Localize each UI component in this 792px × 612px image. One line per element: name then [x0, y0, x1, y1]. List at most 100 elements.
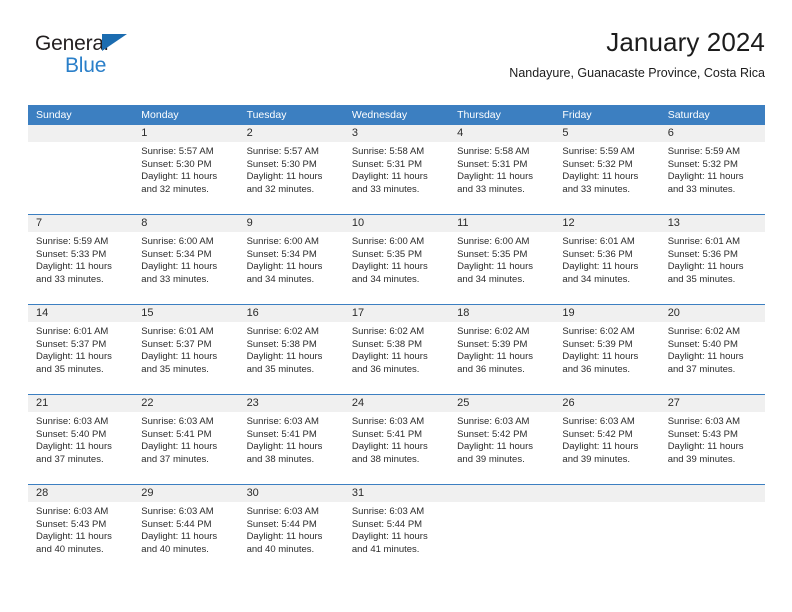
sunrise-text: Sunrise: 6:02 AM: [457, 326, 530, 337]
calendar-week-row: 28 Sunrise: 6:03 AM Sunset: 5:43 PM Dayligh…: [28, 484, 765, 574]
daylight-text-line1: Daylight: 11 hours: [141, 441, 218, 453]
day-details: Sunrise: 6:00 AM Sunset: 5:35 PM Daylight:…: [344, 232, 449, 286]
calendar-day-cell[interactable]: 21 Sunrise: 6:03 AM Sunset: 5:40 PM Dayligh…: [28, 395, 134, 484]
day-details: Sunrise: 6:03 AM Sunset: 5:41 PM Daylight:…: [344, 412, 449, 466]
calendar-day-cell[interactable]: 3 Sunrise: 5:58 AM Sunset: 5:31 PM Daylight…: [343, 125, 450, 214]
daylight-text-line1: Daylight: 11 hours: [246, 531, 323, 543]
daylight-text-line2: and 40 minutes.: [141, 543, 209, 555]
calendar-day-cell[interactable]: 25 Sunrise: 6:03 AM Sunset: 5:42 PM Dayligh…: [449, 395, 555, 484]
calendar-day-cell[interactable]: 31 Sunrise: 6:03 AM Sunset: 5:44 PM Dayligh…: [343, 485, 450, 574]
calendar-week-cells: 14 Sunrise: 6:01 AM Sunset: 5:37 PM Dayligh…: [28, 305, 765, 394]
calendar-day-cell[interactable]: 14 Sunrise: 6:01 AM Sunset: 5:37 PM Dayligh…: [28, 305, 134, 394]
sunrise-text: Sunrise: 5:58 AM: [457, 146, 530, 157]
sunset-text: Sunset: 5:42 PM: [457, 428, 528, 440]
calendar-day-cell[interactable]: 6 Sunrise: 5:59 AM Sunset: 5:32 PM Daylight…: [659, 125, 765, 214]
sunrise-text: Sunrise: 5:59 AM: [36, 236, 109, 247]
day-number: 29: [133, 485, 239, 502]
sunset-text: Sunset: 5:43 PM: [36, 518, 107, 530]
day-details: Sunrise: 6:00 AM Sunset: 5:35 PM Daylight:…: [449, 232, 554, 286]
day-of-week-header: Saturday: [667, 109, 710, 121]
sunset-text: Sunset: 5:34 PM: [141, 248, 212, 260]
daylight-text-line1: Daylight: 11 hours: [351, 441, 428, 453]
calendar-week-cells: 1 Sunrise: 5:57 AM Sunset: 5:30 PM Daylight…: [28, 125, 765, 214]
day-details: Sunrise: 6:01 AM Sunset: 5:37 PM Daylight:…: [133, 322, 238, 376]
calendar-day-cell[interactable]: 7 Sunrise: 5:59 AM Sunset: 5:33 PM Daylight…: [28, 215, 134, 304]
calendar-page: General Blue January 2024 Nandayure, Gua…: [0, 0, 792, 612]
calendar-day-cell[interactable]: 27 Sunrise: 6:03 AM Sunset: 5:43 PM Dayligh…: [659, 395, 765, 484]
sunset-text: Sunset: 5:35 PM: [351, 248, 423, 260]
sunrise-text: Sunrise: 6:03 AM: [667, 416, 741, 427]
daylight-text-line2: and 36 minutes.: [562, 363, 631, 375]
day-details: Sunrise: 6:03 AM Sunset: 5:44 PM Daylight:…: [239, 502, 344, 556]
daylight-text-line2: and 32 minutes.: [246, 183, 315, 195]
day-number: 23: [238, 395, 344, 412]
daylight-text-line1: Daylight: 11 hours: [351, 351, 428, 363]
calendar-day-cell[interactable]: 24 Sunrise: 6:03 AM Sunset: 5:41 PM Dayligh…: [343, 395, 450, 484]
sunset-text: Sunset: 5:41 PM: [141, 428, 212, 440]
calendar-day-cell[interactable]: 1 Sunrise: 5:57 AM Sunset: 5:30 PM Daylight…: [133, 125, 239, 214]
general-blue-logo: General Blue: [35, 32, 127, 76]
daylight-text-line1: Daylight: 11 hours: [141, 171, 218, 183]
calendar-day-cell[interactable]: 16 Sunrise: 6:02 AM Sunset: 5:38 PM Dayligh…: [238, 305, 344, 394]
calendar-day-cell[interactable]: 22 Sunrise: 6:03 AM Sunset: 5:41 PM Dayligh…: [133, 395, 239, 484]
sunrise-text: Sunrise: 6:03 AM: [141, 506, 214, 517]
daylight-text-line2: and 34 minutes.: [246, 273, 315, 285]
calendar-day-cell[interactable]: 9 Sunrise: 6:00 AM Sunset: 5:34 PM Daylight…: [238, 215, 344, 304]
calendar-day-cell[interactable]: 13 Sunrise: 6:01 AM Sunset: 5:36 PM Dayligh…: [659, 215, 765, 304]
calendar-day-cell[interactable]: 4 Sunrise: 5:58 AM Sunset: 5:31 PM Daylight…: [449, 125, 555, 214]
day-details: Sunrise: 5:58 AM Sunset: 5:31 PM Daylight:…: [344, 142, 449, 196]
sunset-text: Sunset: 5:41 PM: [246, 428, 317, 440]
daylight-text-line1: Daylight: 11 hours: [36, 261, 112, 273]
calendar-day-cell[interactable]: 10 Sunrise: 6:00 AM Sunset: 5:35 PM Dayligh…: [343, 215, 450, 304]
calendar-day-cell[interactable]: 8 Sunrise: 6:00 AM Sunset: 5:34 PM Daylight…: [133, 215, 239, 304]
calendar-day-cell[interactable]: 17 Sunrise: 6:02 AM Sunset: 5:38 PM Dayligh…: [343, 305, 450, 394]
calendar-day-cell[interactable]: 29 Sunrise: 6:03 AM Sunset: 5:44 PM Dayligh…: [133, 485, 239, 574]
calendar-day-cell[interactable]: 11 Sunrise: 6:00 AM Sunset: 5:35 PM Dayligh…: [449, 215, 555, 304]
page-subtitle: Nandayure, Guanacaste Province, Costa Ri…: [509, 66, 765, 80]
day-number: 17: [343, 305, 450, 322]
day-of-week-header: Friday: [562, 109, 592, 121]
logo-text-general: General: [35, 32, 109, 55]
daylight-text-line2: and 35 minutes.: [36, 363, 104, 375]
logo-triangle-icon: [102, 34, 127, 51]
calendar-week-cells: 7 Sunrise: 5:59 AM Sunset: 5:33 PM Daylight…: [28, 215, 765, 304]
calendar-day-cell[interactable]: 23 Sunrise: 6:03 AM Sunset: 5:41 PM Dayligh…: [238, 395, 344, 484]
page-header: General Blue January 2024 Nandayure, Gua…: [0, 0, 792, 80]
calendar-day-cell[interactable]: 18 Sunrise: 6:02 AM Sunset: 5:39 PM Dayligh…: [449, 305, 555, 394]
sunset-text: Sunset: 5:42 PM: [562, 428, 633, 440]
sunrise-text: Sunrise: 5:57 AM: [141, 146, 214, 157]
day-number: [449, 485, 555, 502]
calendar-day-cell[interactable]: 28 Sunrise: 6:03 AM Sunset: 5:43 PM Dayligh…: [28, 485, 134, 574]
daylight-text-line2: and 34 minutes.: [457, 273, 525, 285]
day-number: 6: [659, 125, 765, 142]
sunrise-text: Sunrise: 6:00 AM: [457, 236, 530, 247]
day-details: Sunrise: 6:03 AM Sunset: 5:43 PM Daylight:…: [28, 502, 133, 556]
sunset-text: Sunset: 5:31 PM: [457, 158, 528, 170]
calendar-day-cell[interactable]: 26 Sunrise: 6:03 AM Sunset: 5:42 PM Dayligh…: [554, 395, 660, 484]
daylight-text-line1: Daylight: 11 hours: [667, 441, 744, 453]
day-details: Sunrise: 6:03 AM Sunset: 5:41 PM Daylight:…: [239, 412, 344, 466]
day-details: Sunrise: 6:01 AM Sunset: 5:36 PM Daylight:…: [554, 232, 659, 286]
day-number: 13: [659, 215, 765, 232]
calendar-day-cell[interactable]: 2 Sunrise: 5:57 AM Sunset: 5:30 PM Daylight…: [238, 125, 344, 214]
sunrise-text: Sunrise: 6:03 AM: [246, 416, 319, 427]
calendar-day-cell[interactable]: 15 Sunrise: 6:01 AM Sunset: 5:37 PM Dayligh…: [133, 305, 239, 394]
sunrise-text: Sunrise: 5:58 AM: [351, 146, 425, 157]
daylight-text-line1: Daylight: 11 hours: [141, 351, 218, 363]
day-number: 28: [28, 485, 134, 502]
calendar-day-cell[interactable]: 19 Sunrise: 6:02 AM Sunset: 5:39 PM Dayligh…: [554, 305, 660, 394]
calendar-day-cell[interactable]: 12 Sunrise: 6:01 AM Sunset: 5:36 PM Dayligh…: [554, 215, 660, 304]
sunset-text: Sunset: 5:32 PM: [667, 158, 738, 170]
day-of-week-header: Sunday: [36, 109, 72, 121]
sunrise-text: Sunrise: 6:02 AM: [246, 326, 319, 337]
day-details: Sunrise: 6:02 AM Sunset: 5:40 PM Daylight:…: [660, 322, 765, 376]
daylight-text-line2: and 35 minutes.: [141, 363, 209, 375]
sunrise-text: Sunrise: 6:01 AM: [667, 236, 741, 247]
calendar-day-cell[interactable]: 20 Sunrise: 6:02 AM Sunset: 5:40 PM Dayligh…: [659, 305, 765, 394]
calendar-day-cell[interactable]: 30 Sunrise: 6:03 AM Sunset: 5:44 PM Dayligh…: [238, 485, 344, 574]
day-number: 26: [554, 395, 660, 412]
calendar-day-cell[interactable]: 5 Sunrise: 5:59 AM Sunset: 5:32 PM Daylight…: [554, 125, 660, 214]
day-number: 31: [343, 485, 450, 502]
day-number: 3: [343, 125, 450, 142]
daylight-text-line1: Daylight: 11 hours: [351, 171, 428, 183]
